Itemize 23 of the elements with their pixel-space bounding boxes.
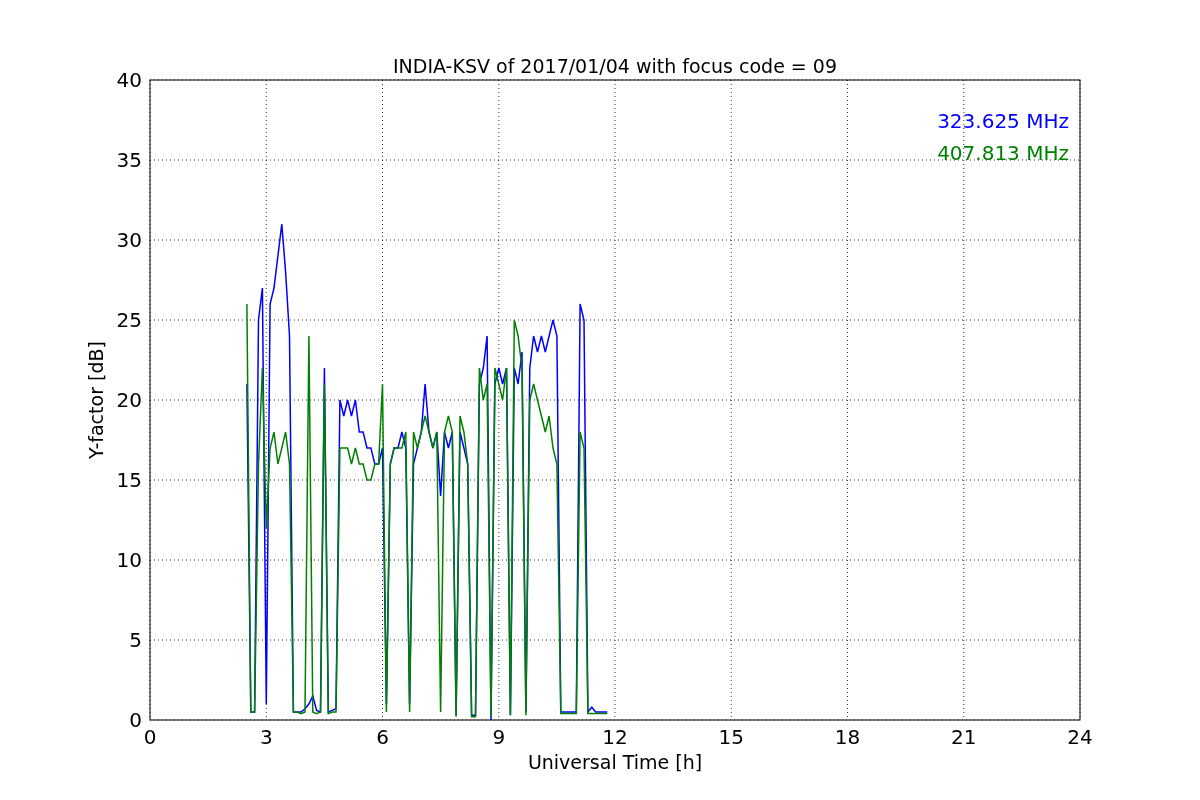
y-axis-label: Y-factor [dB] (85, 341, 107, 459)
y-tick-label: 35 (116, 148, 142, 172)
legend-label: 323.625 MHz (937, 109, 1069, 133)
x-tick-label: 15 (718, 725, 744, 749)
y-tick-label: 20 (116, 388, 142, 412)
x-tick-label: 6 (376, 725, 389, 749)
y-tick-label: 5 (129, 628, 142, 652)
x-tick-label: 9 (492, 725, 506, 749)
x-tick-label: 0 (143, 725, 157, 749)
x-tick-label: 18 (834, 725, 861, 749)
x-tick-label: 21 (951, 725, 977, 749)
y-tick-label: 25 (116, 308, 142, 332)
x-tick-label: 3 (259, 725, 273, 749)
chart-title: INDIA-KSV of 2017/01/04 with focus code = 09 (393, 55, 837, 77)
x-tick-label: 12 (602, 725, 628, 749)
y-tick-label: 15 (116, 468, 142, 492)
x-tick-label: 24 (1067, 725, 1093, 749)
x-axis-label: Universal Time [h] (527, 751, 703, 773)
y-tick-label: 40 (116, 68, 142, 92)
y-tick-label: 0 (129, 708, 142, 732)
legend-label: 407.813 MHz (937, 141, 1069, 165)
y-tick-label: 30 (116, 228, 142, 252)
y-tick-label: 10 (116, 548, 142, 572)
